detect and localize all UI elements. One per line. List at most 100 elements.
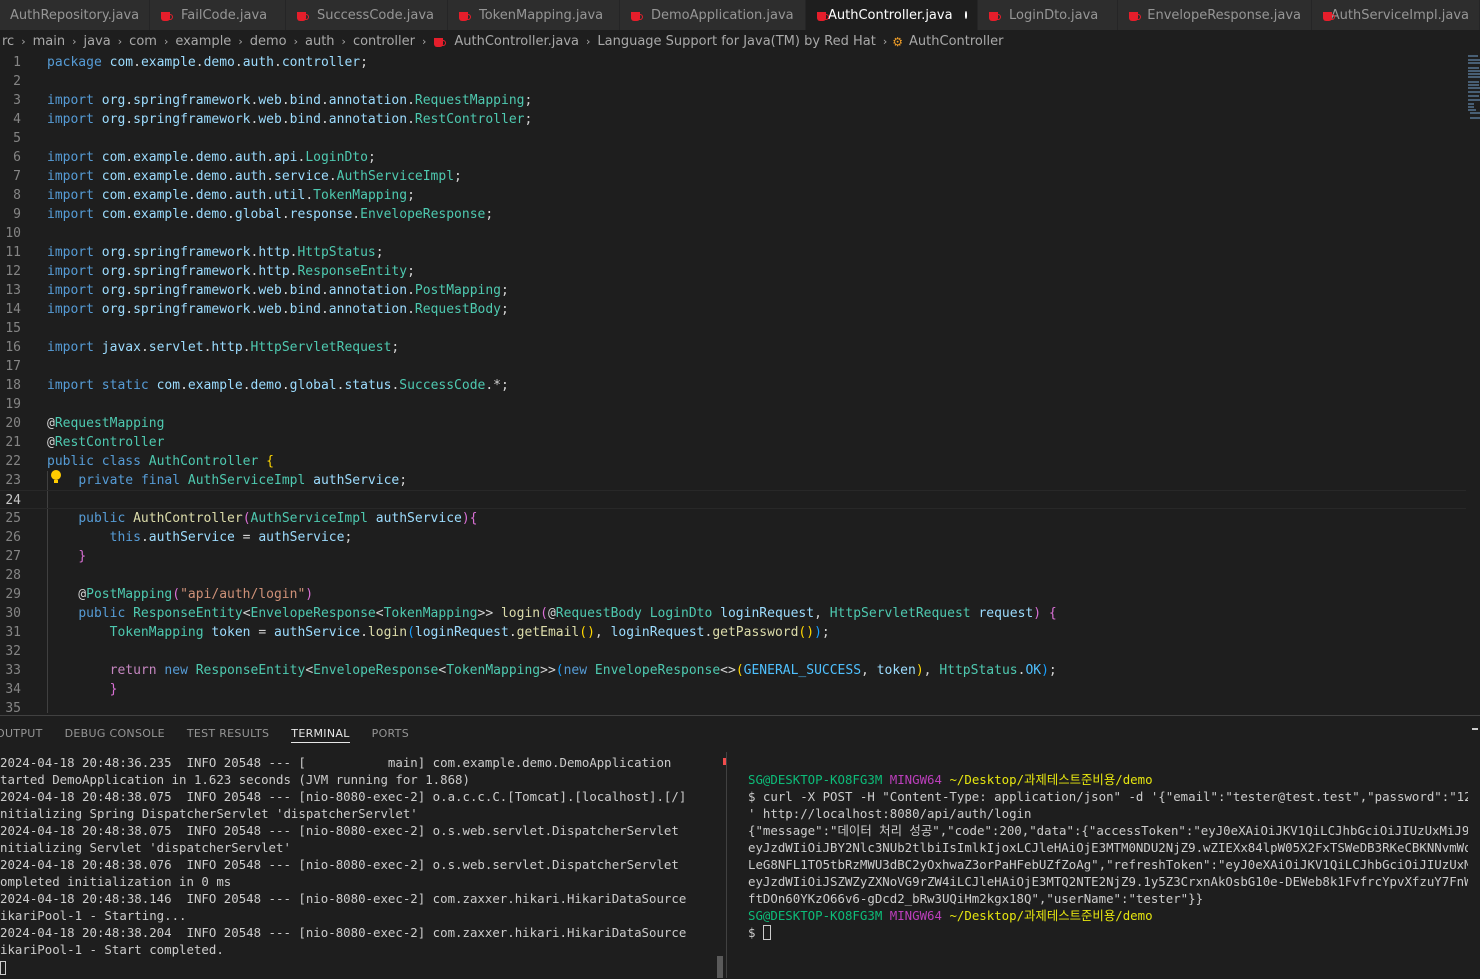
terminal-prompt: SG@DESKTOP-KO8FG3M MINGW64 ~/Desktop/과제테… (748, 771, 1153, 788)
code-line: 29 @PostMapping("api/auth/login") (0, 585, 1466, 604)
breadcrumb: rc › main › java › com › example › demo › auth › contr… (0, 30, 1480, 53)
panel-tab-debug-console[interactable]: DEBUG CONSOLE (54, 716, 176, 751)
breadcrumb-item[interactable]: java (82, 34, 113, 49)
breadcrumb-symbol[interactable]: AuthController (907, 34, 1005, 49)
code-line: 35 (0, 699, 1466, 715)
code-line: 1 package com.example.demo.auth.controlle… (0, 53, 1466, 72)
terminal-left[interactable]: 2024-04-18 20:48:36.235 INFO 20548 --- [… (0, 752, 720, 978)
line-number: 29 (5, 587, 21, 602)
code-text[interactable]: import static com.example.demo.global.st… (47, 376, 509, 395)
breadcrumb-item[interactable]: main (31, 34, 67, 49)
tab-demoapplication-java[interactable]: DemoApplication.java (620, 0, 806, 30)
terminal-split-divider[interactable] (726, 752, 727, 978)
terminal-scrollbar[interactable] (717, 956, 723, 978)
chevron-right-icon: › (117, 35, 123, 48)
code-text[interactable]: import org.springframework.http.Response… (47, 262, 415, 281)
code-text[interactable]: import com.example.demo.global.response.… (47, 205, 493, 224)
breadcrumb-item[interactable]: rc (0, 34, 16, 49)
code-line: 30 public ResponseEntity<EnvelopeRespons… (0, 604, 1466, 623)
code-line: 8 import com.example.demo.auth.util.Token… (0, 186, 1466, 205)
tab-authcontroller-java[interactable]: AuthController.java (806, 0, 978, 30)
code-text[interactable]: import org.springframework.web.bind.anno… (47, 91, 532, 110)
panel-tab-ports[interactable]: PORTS (361, 716, 420, 751)
code-text[interactable]: import org.springframework.web.bind.anno… (47, 110, 532, 129)
code-text[interactable]: public class AuthController { (47, 452, 274, 471)
code-text[interactable]: @PostMapping("api/auth/login") (47, 585, 313, 604)
code-line: 27 } (0, 547, 1466, 566)
tab-successcode-java[interactable]: SuccessCode.java (286, 0, 448, 30)
terminal-output: {"message":"데이터 처리 성공","code":200,"data"… (748, 823, 1468, 838)
line-number: 13 (5, 283, 21, 298)
code-line: 15 (0, 319, 1466, 338)
code-text[interactable]: package com.example.demo.auth.controller… (47, 53, 368, 72)
panel-tab-output[interactable]: OUTPUT (0, 716, 54, 751)
code-text[interactable]: @RestController (47, 433, 164, 452)
line-number: 15 (5, 321, 21, 336)
code-editor[interactable]: 1 package com.example.demo.auth.controlle… (0, 53, 1480, 715)
code-line: 16 import javax.servlet.http.HttpServletR… (0, 338, 1466, 357)
code-text[interactable]: return new ResponseEntity<EnvelopeRespon… (47, 661, 1057, 680)
java-file-icon (433, 35, 447, 48)
tab-tokenmapping-java[interactable]: TokenMapping.java (448, 0, 620, 30)
tab-authrepository-java[interactable]: AuthRepository.java (0, 0, 150, 30)
code-text[interactable]: import org.springframework.web.bind.anno… (47, 281, 509, 300)
terminal-prompt: SG@DESKTOP-KO8FG3M MINGW64 ~/Desktop/과제테… (748, 907, 1153, 924)
code-line: 25 public AuthController(AuthServiceImpl… (0, 509, 1466, 528)
line-number: 33 (5, 663, 21, 678)
code-text[interactable]: private final AuthServiceImpl authServic… (47, 471, 407, 490)
code-line: 31 TokenMapping token = authService.logi… (0, 623, 1466, 642)
java-file-icon (816, 9, 829, 22)
terminal-input-line[interactable]: $ (748, 924, 771, 941)
java-file-icon (1128, 9, 1142, 22)
terminal-command: ' http://localhost:8080/api/auth/login (748, 806, 1032, 821)
code-line: 26 this.authService = authService; (0, 528, 1466, 547)
code-text[interactable]: @RequestMapping (47, 414, 164, 433)
unsaved-dot-icon[interactable] (964, 11, 967, 19)
minimap[interactable] (1466, 53, 1480, 133)
tab-logindto-java[interactable]: LoginDto.java (978, 0, 1118, 30)
tab-enveloperesponse-java[interactable]: EnvelopeResponse.java (1118, 0, 1312, 30)
code-text[interactable]: import com.example.demo.auth.util.TokenM… (47, 186, 415, 205)
java-file-icon (1322, 9, 1332, 22)
code-line: 21 @RestController (0, 433, 1466, 452)
code-text[interactable]: import com.example.demo.auth.api.LoginDt… (47, 148, 376, 167)
panel-tab-test-results[interactable]: TEST RESULTS (176, 716, 280, 751)
code-line: 9 import com.example.demo.global.response… (0, 205, 1466, 224)
breadcrumb-language[interactable]: Language Support for Java(TM) by Red Hat (595, 34, 877, 49)
breadcrumb-item[interactable]: controller (351, 34, 417, 49)
code-text[interactable]: } (47, 680, 118, 699)
code-text[interactable]: import org.springframework.http.HttpStat… (47, 243, 384, 262)
tab-failcode-java[interactable]: FailCode.java (150, 0, 286, 30)
terminal-line: 2024-04-18 20:48:38.075 INFO 20548 --- [… (0, 789, 720, 804)
code-text[interactable]: import org.springframework.web.bind.anno… (47, 300, 509, 319)
line-number: 18 (5, 378, 21, 393)
chevron-right-icon: › (293, 35, 298, 48)
line-number: 34 (5, 682, 21, 697)
code-text[interactable]: import com.example.demo.auth.service.Aut… (47, 167, 462, 186)
panel-tab-terminal[interactable]: TERMINAL (280, 716, 360, 751)
breadcrumb-item[interactable]: demo (248, 34, 289, 49)
line-number: 30 (5, 606, 21, 621)
code-line: 13 import org.springframework.web.bind.an… (0, 281, 1466, 300)
terminal-line: nitializing Spring DispatcherServlet 'di… (0, 806, 418, 821)
tab-authserviceimpl-java[interactable]: AuthServiceImpl.java (1312, 0, 1480, 30)
terminal-right[interactable]: SG@DESKTOP-KO8FG3M MINGW64 ~/Desktop/과제테… (748, 752, 1468, 978)
code-line: 22 public class AuthController { (0, 452, 1466, 471)
tab-label: FailCode.java (181, 7, 268, 23)
code-text[interactable]: public AuthController(AuthServiceImpl au… (47, 509, 477, 528)
breadcrumb-file[interactable]: AuthController.java (452, 34, 581, 49)
panel-more-icon[interactable] (1472, 728, 1478, 730)
code-text[interactable]: TokenMapping token = authService.login(l… (47, 623, 830, 642)
chevron-right-icon: › (163, 35, 169, 48)
line-number: 5 (13, 131, 21, 146)
breadcrumb-item[interactable]: com (127, 34, 159, 49)
breadcrumb-item[interactable]: example (173, 34, 233, 49)
prompt-system: MINGW64 (889, 908, 942, 923)
line-number: 16 (5, 340, 21, 355)
bottom-panel: OUTPUT DEBUG CONSOLE TEST RESULTS TERMINAL P… (0, 715, 1480, 979)
code-text[interactable]: import javax.servlet.http.HttpServletReq… (47, 338, 399, 357)
breadcrumb-item[interactable]: auth (303, 34, 337, 49)
code-text[interactable]: public ResponseEntity<EnvelopeResponse<T… (47, 604, 1056, 623)
code-text[interactable]: this.authService = authService; (47, 528, 353, 547)
code-text[interactable]: } (47, 547, 86, 566)
